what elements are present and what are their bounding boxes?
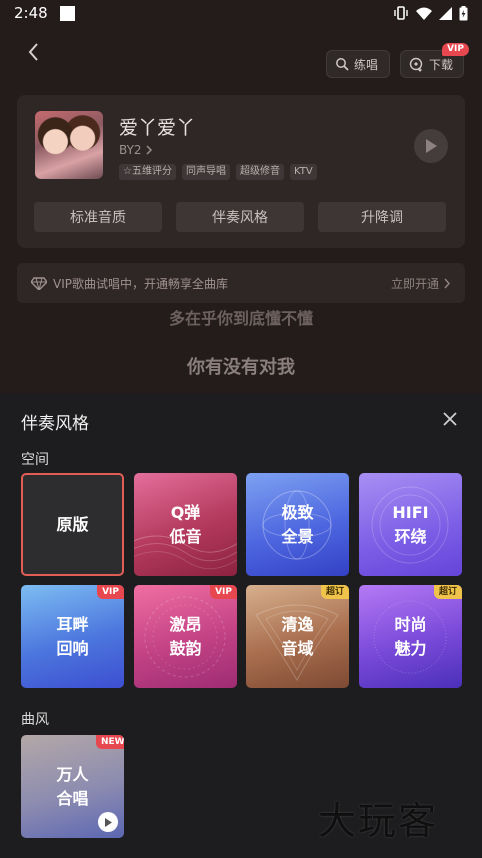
practice-label: 练唱 [354,57,379,72]
style-tile-clear[interactable]: 超订 清逸 音域 [246,585,349,688]
vip-banner[interactable]: VIP歌曲试唱中，开通畅享全曲库 立即开通 [17,263,465,303]
style-tile-echo[interactable]: VIP 耳畔 回响 [21,585,124,688]
status-icons [393,5,468,21]
microphone-search-icon [336,58,349,71]
download-disc-icon [409,57,423,72]
tag-ktv: KTV [289,164,317,180]
vip-open-label: 立即开通 [390,276,439,291]
song-card: 爱丫爱丫 BY2 ☆五维评分 同声导唱 超级修音 KTV 标准音质 伴奏风格 升… [17,95,465,248]
practice-button[interactable]: 练唱 [326,50,390,78]
diamond-icon [31,276,47,290]
tile-label: 激昂 鼓韵 [169,614,202,658]
tag-guide-vocal: 同声导唱 [181,164,230,180]
vip-message: VIP歌曲试唱中，开通畅享全曲库 [53,276,228,291]
chevron-right-icon [444,278,451,288]
chevron-right-icon [146,145,152,155]
singer-name: BY2 [119,143,142,157]
status-time: 2:48 [14,4,48,22]
new-badge: NEW [96,735,124,749]
style-tile-hifi[interactable]: HIFI 环绕 [359,473,462,576]
style-tile-drum[interactable]: VIP 激昂 鼓韵 [134,585,237,688]
sheet-title: 伴奏风格 [21,414,89,434]
wifi-icon [416,7,432,20]
back-arrow-icon[interactable] [22,40,46,64]
style-tile-fashion[interactable]: 超订 时尚 魅力 [359,585,462,688]
vip-badge: VIP [210,585,237,599]
lyric-line-current: 你有没有对我 [187,357,295,378]
tag-autotune: 超级修音 [235,164,284,180]
notification-icon [59,5,75,21]
status-bar: 2:48 [0,0,482,26]
download-button[interactable]: 下载 VIP [400,43,469,78]
tile-label: 万人 合唱 [56,764,89,808]
play-icon [105,817,112,827]
tile-label: HIFI 环绕 [392,502,429,546]
preview-play-button[interactable] [414,129,448,163]
style-tile-choir[interactable]: NEW 万人 合唱 [21,735,124,838]
accompaniment-style-button[interactable]: 伴奏风格 [176,202,304,232]
song-title: 爱丫爱丫 [119,117,196,139]
accompaniment-style-sheet: 伴奏风格 空间 原版 Q弹 低音 极致 全景 HIFI 环绕 VIP 耳畔 回响… [0,393,482,858]
section-label-space: 空间 [21,452,49,468]
signal-icon [439,6,452,20]
style-tile-panorama[interactable]: 极致 全景 [246,473,349,576]
section-label-genre: 曲风 [21,712,49,728]
vibrate-icon [394,6,408,20]
watermark-logo: 大玩客 [318,799,439,843]
download-vip-badge: VIP [442,43,469,56]
tile-label: 原版 [56,514,89,534]
tile-label: Q弹 低音 [169,502,202,546]
style-tile-original[interactable]: 原版 [21,473,124,576]
tag-rating: ☆五维评分 [119,164,176,180]
super-badge: 超订 [320,585,349,599]
pitch-shift-button[interactable]: 升降调 [318,202,446,232]
super-badge: 超订 [433,585,462,599]
vip-badge: VIP [97,585,124,599]
tile-label: 时尚 魅力 [394,614,427,658]
style-tile-bass[interactable]: Q弹 低音 [134,473,237,576]
song-tags: ☆五维评分 同声导唱 超级修音 KTV [119,164,317,180]
album-cover [35,111,103,179]
tile-label: 清逸 音域 [281,614,314,658]
download-label: 下载 [429,57,454,72]
singer-link[interactable]: BY2 [119,143,153,157]
sound-quality-button[interactable]: 标准音质 [34,202,162,232]
preview-play-button[interactable] [98,812,118,832]
tile-label: 极致 全景 [281,502,314,546]
lyric-line-previous: 多在乎你到底懂不懂 [168,309,313,328]
close-icon[interactable] [440,409,460,429]
play-icon [426,139,437,153]
vip-open-link[interactable]: 立即开通 [391,275,451,292]
battery-icon [459,5,468,20]
tile-label: 耳畔 回响 [56,614,89,658]
